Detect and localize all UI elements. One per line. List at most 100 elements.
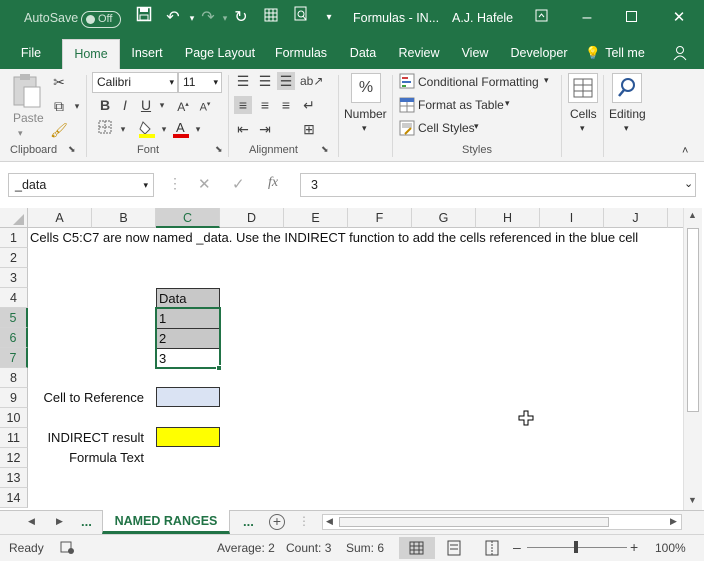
tab-data[interactable]: Data bbox=[342, 37, 384, 69]
tab-review[interactable]: Review bbox=[393, 37, 445, 69]
paste-dropdown-icon[interactable]: ▾ bbox=[18, 128, 23, 139]
top-align-icon[interactable]: ☰ bbox=[234, 72, 252, 90]
column-header-d[interactable]: D bbox=[220, 208, 284, 228]
expand-formula-bar-icon[interactable]: ⌄ bbox=[684, 177, 693, 190]
cut-icon[interactable]: ✂ bbox=[50, 73, 68, 91]
merge-center-icon[interactable]: ⊞ bbox=[300, 120, 318, 138]
tab-split-grip-icon[interactable]: ⋮ bbox=[298, 514, 310, 528]
row-header-3[interactable]: 3 bbox=[0, 268, 28, 288]
copy-dropdown-icon[interactable]: ▾ bbox=[68, 97, 86, 115]
page-layout-view-icon[interactable] bbox=[446, 540, 462, 556]
collapse-ribbon-icon[interactable]: ˄ bbox=[682, 145, 688, 157]
chevron-down-icon[interactable]: ▾ bbox=[544, 75, 549, 86]
cell-b11[interactable]: INDIRECT result bbox=[30, 428, 144, 448]
cell-c4[interactable]: Data bbox=[156, 288, 220, 308]
middle-align-icon[interactable]: ☰ bbox=[256, 72, 274, 90]
page-break-view-icon[interactable] bbox=[484, 540, 500, 556]
horizontal-scrollbar[interactable]: ◀ ▶ bbox=[322, 514, 682, 530]
cell-b12[interactable]: Formula Text bbox=[30, 448, 144, 468]
borders-icon[interactable] bbox=[96, 120, 114, 138]
cell-b9[interactable]: Cell to Reference bbox=[30, 388, 144, 408]
format-as-table-button[interactable]: Format as Table bbox=[418, 98, 504, 112]
cells-button[interactable]: Cells bbox=[570, 107, 597, 121]
tab-formulas[interactable]: Formulas bbox=[270, 37, 332, 69]
align-left-icon[interactable]: ≡ bbox=[234, 96, 252, 114]
grid-icon[interactable] bbox=[260, 6, 282, 30]
row-header-1[interactable]: 1 bbox=[0, 228, 28, 248]
chevron-down-icon[interactable]: ▾ bbox=[505, 98, 510, 109]
print-preview-icon[interactable] bbox=[290, 6, 312, 30]
row-header-12[interactable]: 12 bbox=[0, 448, 28, 468]
font-size-dropdown[interactable]: 11 ▾ bbox=[178, 72, 222, 93]
row-header-2[interactable]: 2 bbox=[0, 248, 28, 268]
column-header-a[interactable]: A bbox=[28, 208, 92, 228]
zoom-in-icon[interactable]: + bbox=[630, 539, 638, 555]
user-name[interactable]: A.J. Hafele bbox=[452, 11, 513, 25]
align-center-icon[interactable]: ≡ bbox=[256, 96, 274, 114]
italic-icon[interactable]: I bbox=[116, 96, 134, 114]
sheet-tab-named-ranges[interactable]: NAMED RANGES bbox=[102, 510, 230, 534]
decrease-indent-icon[interactable]: ⇤ bbox=[234, 120, 252, 138]
bold-icon[interactable]: B bbox=[96, 96, 114, 114]
scroll-up-icon[interactable]: ▲ bbox=[688, 210, 697, 220]
tell-me-search[interactable]: Tell me bbox=[601, 37, 649, 69]
row-header-13[interactable]: 13 bbox=[0, 468, 28, 488]
row-header-8[interactable]: 8 bbox=[0, 368, 28, 388]
cell-c9-blue[interactable] bbox=[156, 387, 220, 407]
column-header-i[interactable]: I bbox=[540, 208, 604, 228]
tab-home[interactable]: Home bbox=[62, 39, 120, 69]
close-icon[interactable]: ✕ bbox=[668, 6, 690, 30]
format-painter-icon[interactable]: 🖌 bbox=[50, 121, 68, 139]
column-header-j[interactable]: J bbox=[604, 208, 668, 228]
scrollbar-thumb[interactable] bbox=[687, 228, 699, 412]
number-dropdown-icon[interactable]: ▾ bbox=[362, 123, 367, 134]
cell-c6[interactable]: 2 bbox=[156, 328, 220, 348]
fill-handle[interactable] bbox=[216, 365, 222, 371]
orientation-icon[interactable]: ab↗ bbox=[300, 72, 323, 90]
bottom-align-icon[interactable]: ☰ bbox=[277, 72, 295, 90]
cells-dropdown-icon[interactable]: ▾ bbox=[580, 123, 585, 134]
customize-toolbar-icon[interactable]: ▾ bbox=[318, 6, 340, 30]
refresh-icon[interactable]: ↻ bbox=[230, 6, 252, 30]
font-launcher-icon[interactable]: ⬊ bbox=[215, 144, 223, 155]
copy-icon[interactable]: ⧉ bbox=[50, 97, 68, 115]
row-header-14[interactable]: 14 bbox=[0, 488, 28, 508]
prev-sheet-icon[interactable]: ◀ bbox=[28, 516, 35, 527]
number-format-button[interactable]: Number bbox=[344, 107, 387, 121]
macro-record-icon[interactable] bbox=[60, 540, 74, 554]
chevron-down-icon[interactable]: ▾ bbox=[474, 121, 479, 132]
row-header-6[interactable]: 6 bbox=[0, 328, 28, 348]
fill-color-dropdown-icon[interactable]: ▾ bbox=[155, 120, 173, 138]
share-icon[interactable] bbox=[670, 37, 690, 69]
column-header-k[interactable] bbox=[668, 208, 683, 228]
cell-c11-yellow[interactable] bbox=[156, 427, 220, 447]
editing-dropdown-icon[interactable]: ▾ bbox=[624, 123, 629, 134]
zoom-slider-thumb[interactable] bbox=[574, 541, 578, 553]
column-header-h[interactable]: H bbox=[476, 208, 540, 228]
cell-styles-button[interactable]: Cell Styles bbox=[418, 121, 475, 135]
maximize-icon[interactable] bbox=[620, 6, 642, 30]
column-header-b[interactable]: B bbox=[92, 208, 156, 228]
increase-indent-icon[interactable]: ⇥ bbox=[256, 120, 274, 138]
font-name-dropdown[interactable]: Calibri ▾ bbox=[92, 72, 178, 93]
align-right-icon[interactable]: ≡ bbox=[277, 96, 295, 114]
tab-page-layout[interactable]: Page Layout bbox=[180, 37, 260, 69]
ribbon-display-icon[interactable] bbox=[530, 6, 552, 30]
column-header-f[interactable]: F bbox=[348, 208, 412, 228]
column-header-g[interactable]: G bbox=[412, 208, 476, 228]
row-header-9[interactable]: 9 bbox=[0, 388, 28, 408]
select-all-button[interactable] bbox=[0, 208, 28, 228]
tab-developer[interactable]: Developer bbox=[505, 37, 573, 69]
autosave-toggle[interactable]: Off bbox=[81, 11, 121, 28]
vertical-scrollbar[interactable]: ▲ ▼ bbox=[683, 208, 702, 510]
enter-icon[interactable]: ✓ bbox=[232, 175, 245, 193]
row-header-7[interactable]: 7 bbox=[0, 348, 28, 368]
font-color-dropdown-icon[interactable]: ▾ bbox=[189, 120, 207, 138]
row-header-11[interactable]: 11 bbox=[0, 428, 28, 448]
next-sheet-icon[interactable]: ▶ bbox=[56, 516, 63, 527]
insert-function-icon[interactable]: fx bbox=[268, 175, 278, 191]
scroll-left-icon[interactable]: ◀ bbox=[326, 516, 333, 527]
scroll-down-icon[interactable]: ▼ bbox=[688, 495, 697, 505]
prev-sheets-dots[interactable]: ... bbox=[81, 514, 92, 529]
cell-c7[interactable]: 3 bbox=[156, 348, 220, 368]
